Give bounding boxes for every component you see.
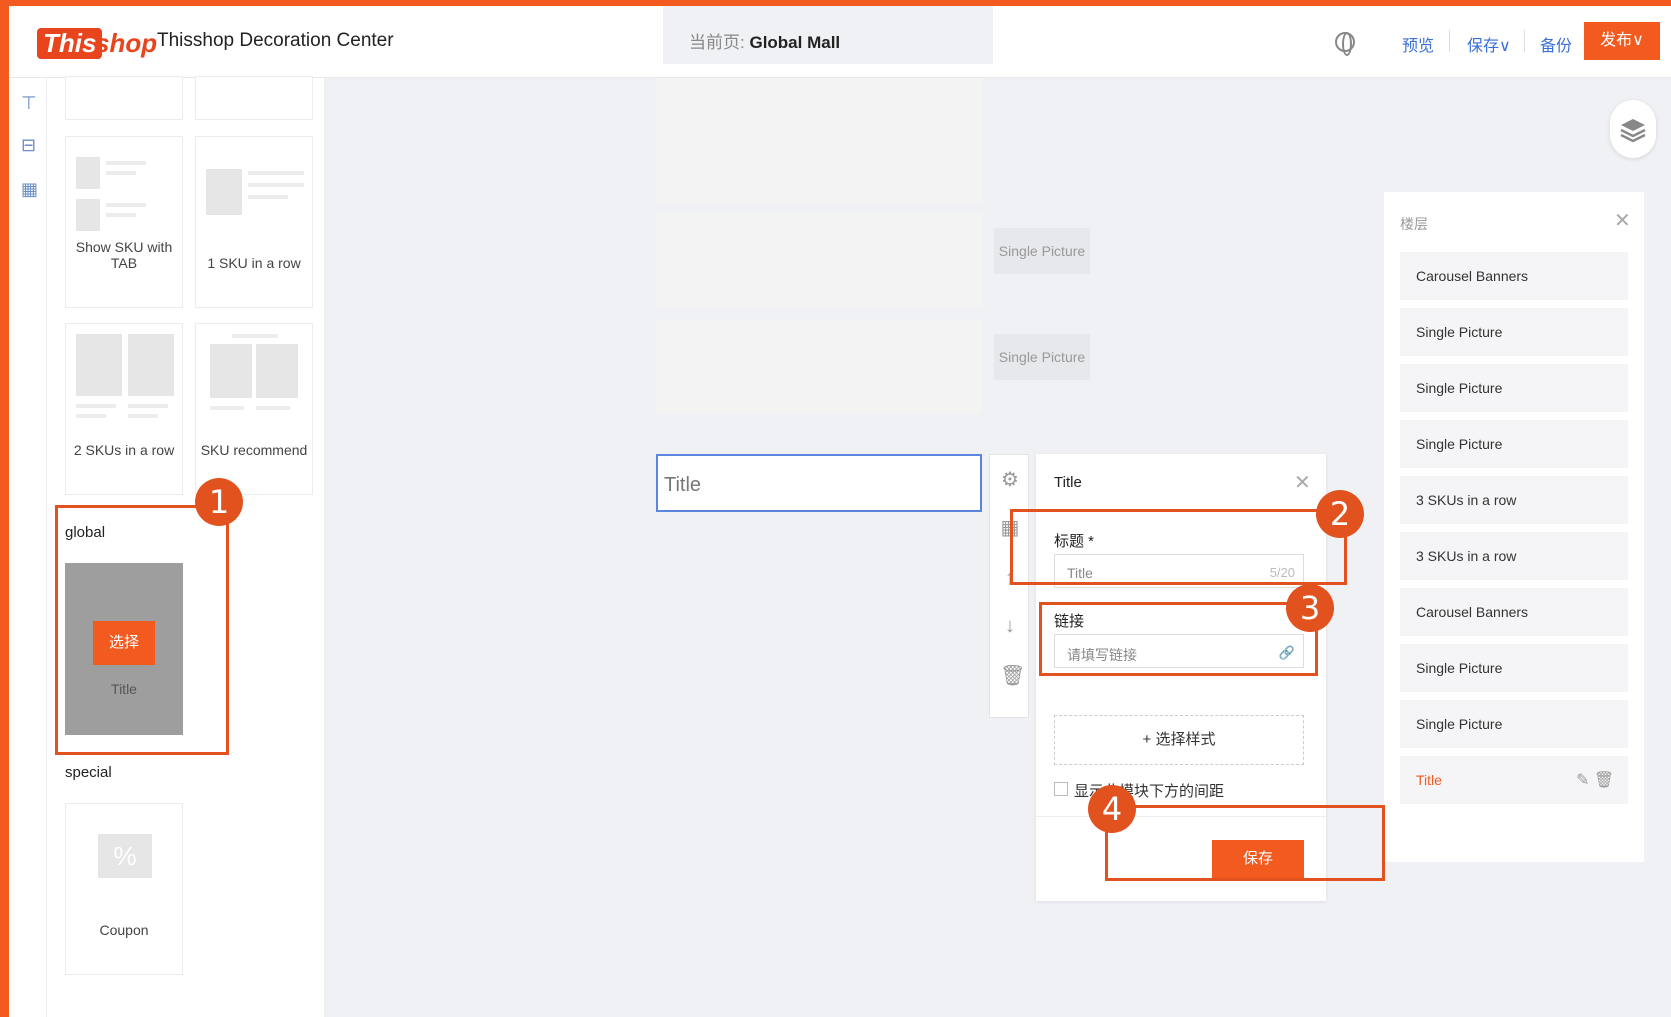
annotation-bubble-3: 3 bbox=[1286, 584, 1334, 632]
thumbnail-line bbox=[128, 404, 168, 408]
module-toolbar: ⚙ ▦ ↑ ↓ 🗑 bbox=[989, 454, 1029, 718]
canvas-module-picture[interactable] bbox=[656, 320, 982, 414]
page-icon[interactable]: ⊟ bbox=[21, 136, 39, 154]
component-card-2-skus[interactable]: 2 SKUs in a row bbox=[65, 323, 183, 495]
component-card[interactable] bbox=[65, 76, 183, 120]
close-icon[interactable]: ✕ bbox=[1614, 208, 1631, 233]
top-header: This shop Thisshop Decoration Center 当前页… bbox=[9, 6, 1671, 78]
annotation-box-1 bbox=[55, 505, 229, 755]
thumbnail-line bbox=[76, 404, 116, 408]
thumbnail-line bbox=[128, 414, 158, 418]
current-page-indicator[interactable]: 当前页: Global Mall bbox=[663, 6, 993, 64]
layer-item[interactable]: Single Picture bbox=[1400, 364, 1628, 412]
section-special-heading: special bbox=[65, 764, 112, 781]
layer-item-active[interactable]: Title ✎ 🗑 bbox=[1400, 756, 1628, 804]
backup-button[interactable]: 备份 bbox=[1540, 32, 1572, 56]
logo-this: This bbox=[37, 28, 103, 59]
thumbnail-block bbox=[210, 344, 252, 398]
card-label: Show SKU with TAB bbox=[75, 239, 173, 271]
logo-shop: shop bbox=[95, 28, 158, 58]
module-tag-single-picture: Single Picture bbox=[994, 228, 1090, 274]
header-divider bbox=[1524, 30, 1525, 52]
component-card-show-sku-tab[interactable]: Show SKU with TAB bbox=[65, 136, 183, 308]
thumbnail-block bbox=[76, 334, 122, 396]
annotation-box-3 bbox=[1039, 602, 1318, 676]
canvas-module-carousel[interactable] bbox=[656, 78, 982, 204]
layers-toggle-button[interactable] bbox=[1610, 100, 1656, 158]
annotation-bubble-1: 1 bbox=[195, 478, 243, 526]
canvas-module-picture[interactable] bbox=[656, 214, 982, 308]
close-icon[interactable]: ✕ bbox=[1294, 470, 1311, 495]
save-dropdown-button[interactable]: 保存∨ bbox=[1467, 32, 1511, 56]
thumbnail-line bbox=[248, 195, 288, 199]
layer-item[interactable]: Carousel Banners bbox=[1400, 588, 1628, 636]
layer-item-label: Title bbox=[1416, 772, 1442, 788]
paint-roller-icon[interactable]: ⊤ bbox=[21, 94, 39, 112]
layer-item[interactable]: 3 SKUs in a row bbox=[1400, 532, 1628, 580]
thumbnail-block bbox=[256, 344, 298, 398]
card-label: Coupon bbox=[99, 922, 149, 938]
left-icon-rail: ⊤ ⊟ ▦ bbox=[9, 78, 47, 1017]
layer-item[interactable]: 3 SKUs in a row bbox=[1400, 476, 1628, 524]
gear-icon[interactable]: ⚙ bbox=[1000, 469, 1020, 491]
card-label: 2 SKUs in a row bbox=[73, 442, 175, 458]
thumbnail-line bbox=[106, 171, 136, 175]
thumbnail-line bbox=[248, 183, 304, 187]
coupon-icon: % bbox=[98, 834, 152, 878]
trash-icon[interactable]: 🗑 bbox=[1000, 665, 1025, 687]
arrow-down-icon[interactable]: ↓ bbox=[1000, 615, 1020, 637]
spacing-checkbox[interactable] bbox=[1054, 782, 1068, 796]
annotation-box-2 bbox=[1010, 509, 1347, 585]
component-card-1-sku[interactable]: 1 SKU in a row bbox=[195, 136, 313, 308]
thumbnail-line bbox=[106, 213, 136, 217]
annotation-bubble-2: 2 bbox=[1316, 490, 1364, 538]
layer-item[interactable]: Single Picture bbox=[1400, 700, 1628, 748]
preview-button[interactable]: 预览 bbox=[1402, 32, 1434, 56]
component-card-sku-recommend[interactable]: SKU recommend bbox=[195, 323, 313, 495]
thisshop-logo[interactable]: This shop bbox=[37, 18, 157, 68]
edit-icon[interactable]: ✎ 🗑 bbox=[1576, 770, 1614, 790]
thumbnail-block bbox=[206, 169, 242, 215]
panel-title: Title bbox=[1054, 474, 1082, 491]
layer-item[interactable]: Single Picture bbox=[1400, 420, 1628, 468]
layers-panel: 楼层 ✕ Carousel Banners Single Picture Sin… bbox=[1384, 192, 1644, 862]
thumbnail-block bbox=[128, 334, 174, 396]
component-card[interactable] bbox=[195, 76, 313, 120]
component-card-coupon[interactable]: % Coupon bbox=[65, 803, 183, 975]
layer-item[interactable]: Single Picture bbox=[1400, 644, 1628, 692]
thumbnail-line bbox=[106, 161, 146, 165]
thumbnail-line bbox=[210, 406, 244, 410]
thumbnail-block bbox=[76, 157, 100, 189]
module-tag-single-picture: Single Picture bbox=[994, 334, 1090, 380]
card-label: SKU recommend bbox=[200, 442, 308, 458]
layer-item[interactable]: Single Picture bbox=[1400, 308, 1628, 356]
canvas-module-title[interactable]: Title bbox=[656, 454, 982, 512]
layers-header: 楼层 bbox=[1400, 216, 1428, 232]
grid-icon[interactable]: ▦ bbox=[21, 180, 39, 198]
current-page-label: 当前页: bbox=[689, 33, 745, 52]
app-title: Thisshop Decoration Center bbox=[157, 30, 394, 51]
layer-item[interactable]: Carousel Banners bbox=[1400, 252, 1628, 300]
card-label: 1 SKU in a row bbox=[207, 255, 301, 271]
thumbnail-line bbox=[232, 334, 278, 338]
annotation-box-4 bbox=[1105, 805, 1385, 881]
header-divider bbox=[1449, 30, 1450, 52]
current-page-value: Global Mall bbox=[749, 33, 841, 52]
globe-icon[interactable] bbox=[1335, 32, 1355, 56]
thumbnail-line bbox=[256, 406, 290, 410]
annotation-bubble-4: 4 bbox=[1088, 785, 1136, 833]
thumbnail-line bbox=[106, 203, 146, 207]
thumbnail-line bbox=[248, 171, 304, 175]
thumbnail-block bbox=[76, 199, 100, 231]
layers-icon bbox=[1620, 119, 1646, 143]
thumbnail-line bbox=[76, 414, 106, 418]
choose-style-button[interactable]: + 选择样式 bbox=[1054, 715, 1304, 765]
publish-button[interactable]: 发布∨ bbox=[1584, 22, 1660, 60]
